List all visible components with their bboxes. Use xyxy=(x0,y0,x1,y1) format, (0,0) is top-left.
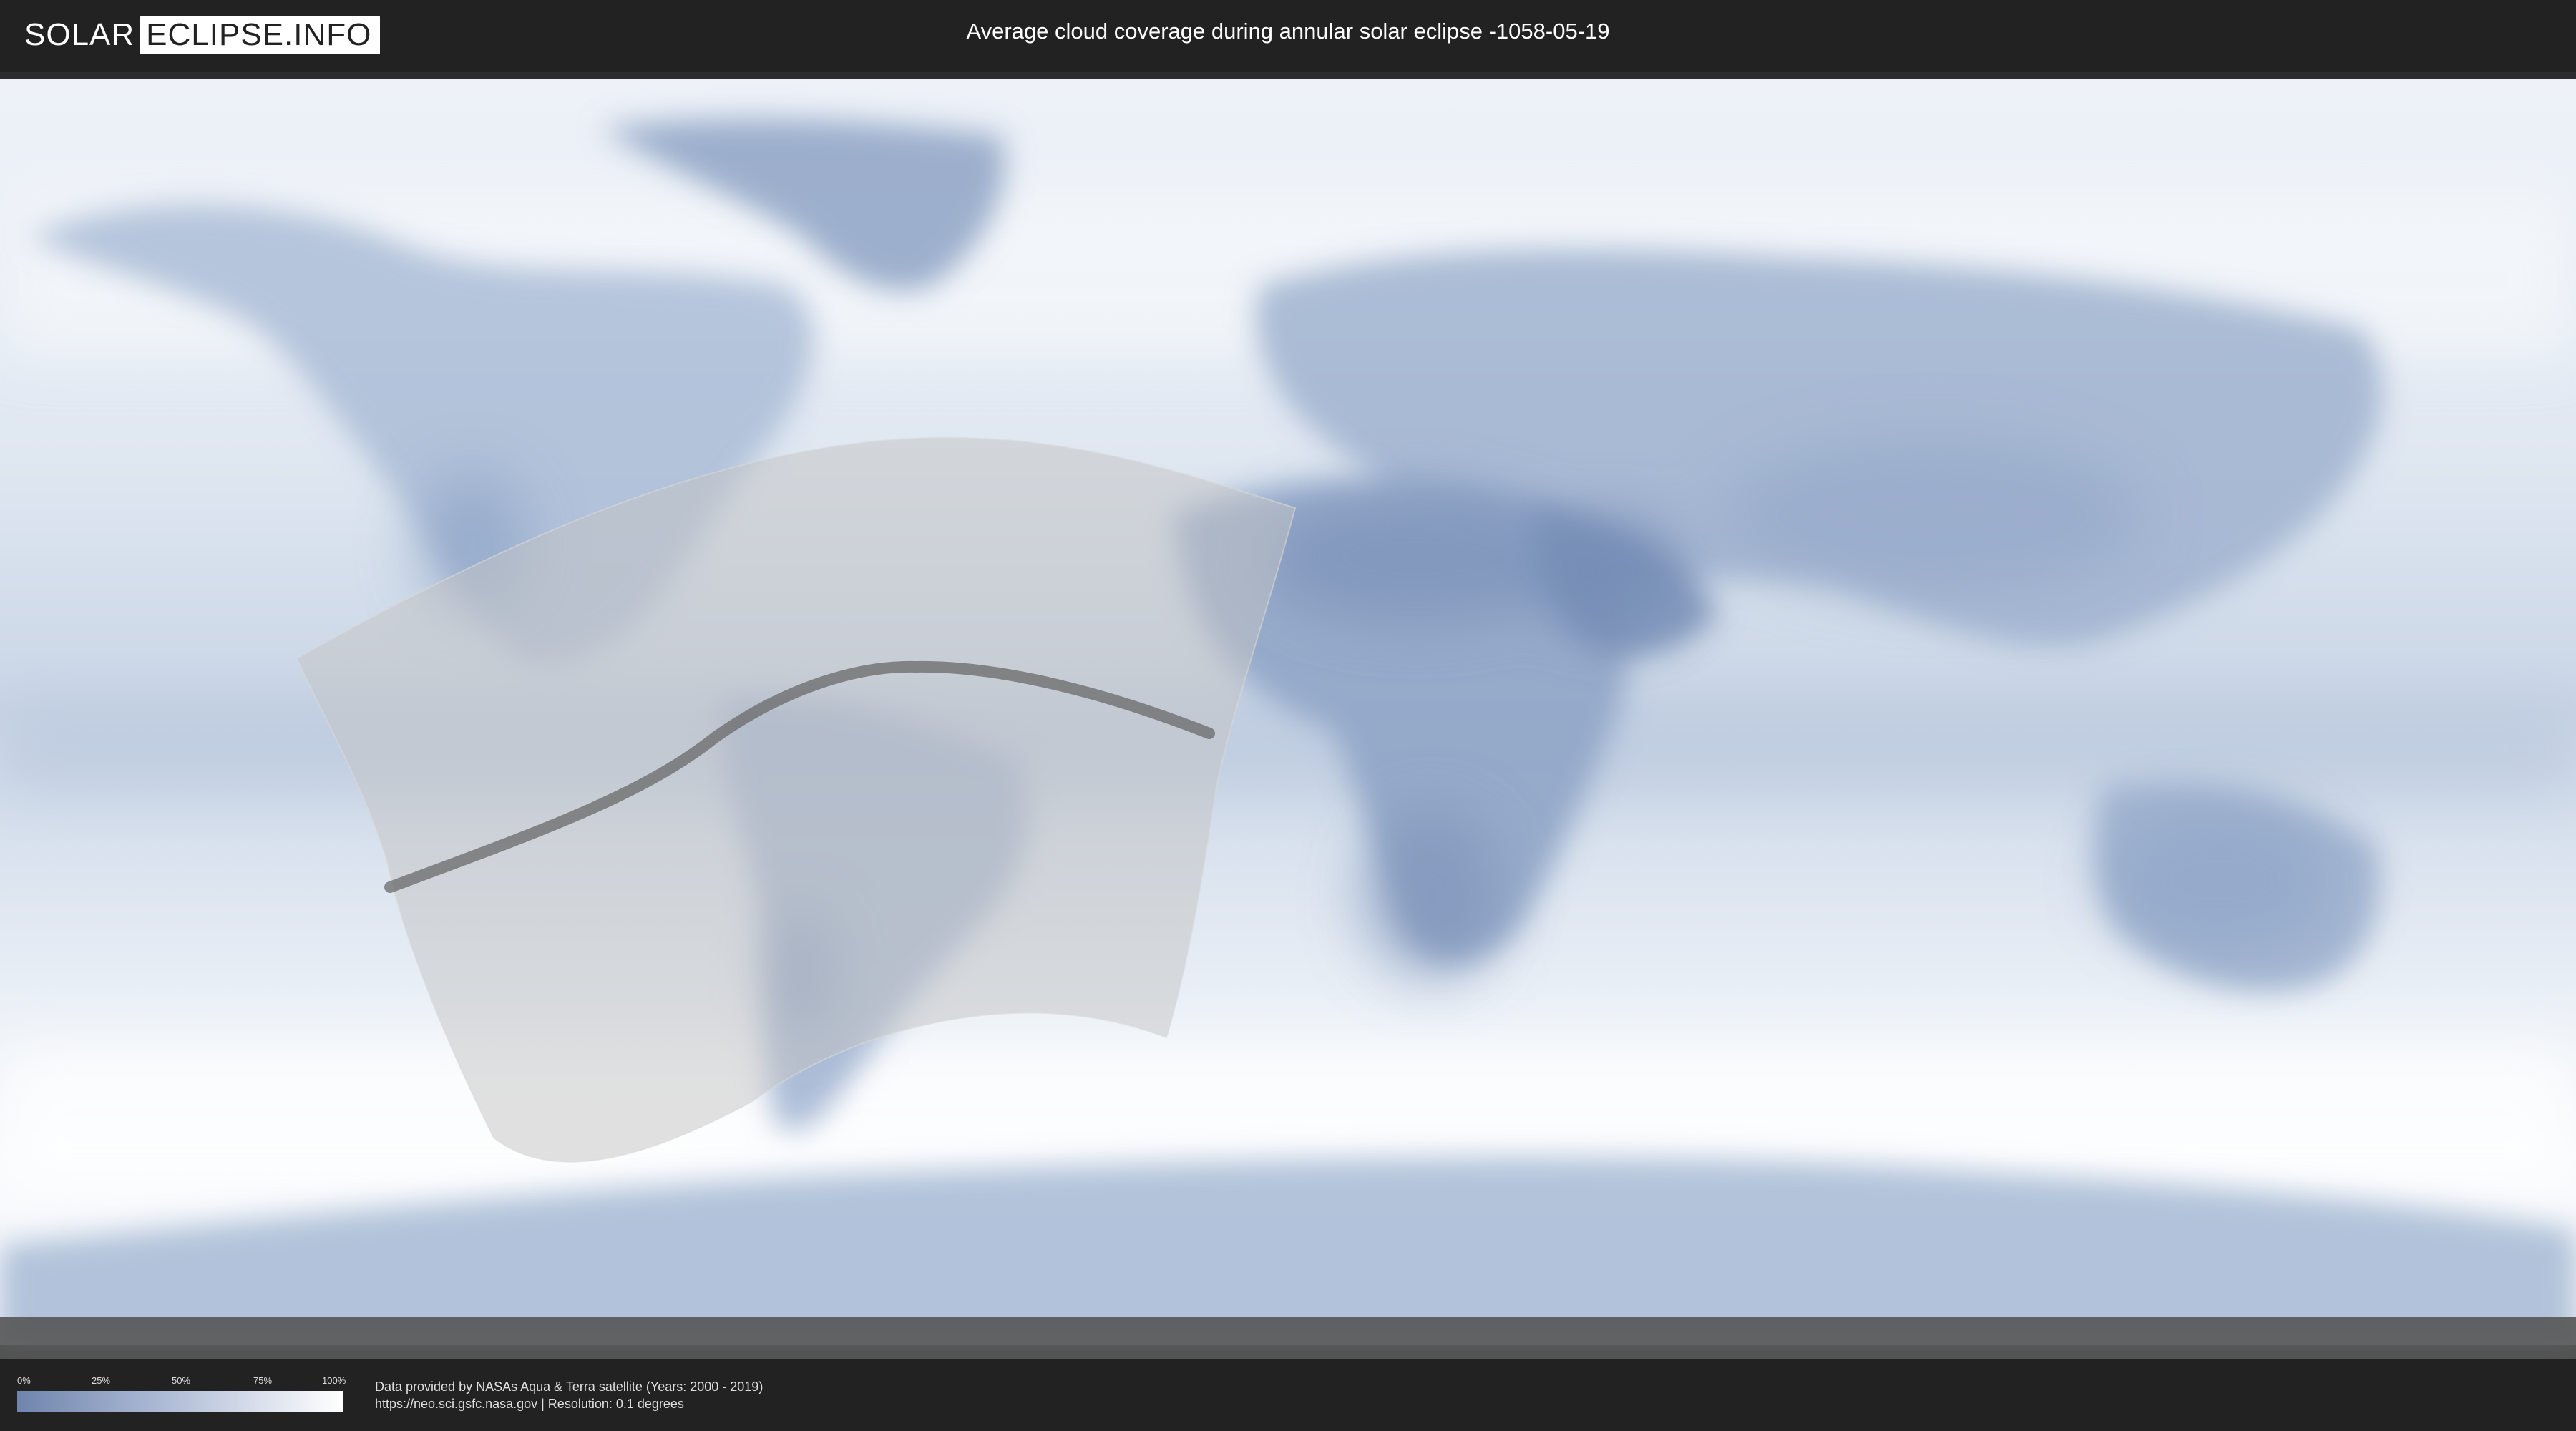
legend-tick-0: 0% xyxy=(17,1375,31,1386)
legend-tick-50: 50% xyxy=(172,1375,191,1386)
cloud-coverage-legend xyxy=(17,1391,343,1412)
data-source-url[interactable]: https://neo.sci.gsfc.nasa.gov | Resoluti… xyxy=(375,1397,684,1412)
data-source-credit: Data provided by NASAs Aqua & Terra sate… xyxy=(375,1379,763,1394)
legend-tick-25: 25% xyxy=(92,1375,111,1386)
legend-tick-100: 100% xyxy=(322,1375,346,1386)
map-canvas xyxy=(0,79,2576,1359)
cloud-coverage-map xyxy=(0,72,2576,1359)
map-bottom-edge xyxy=(0,1317,2576,1359)
header-bar: SOLAR ECLIPSE.INFO Average cloud coverag… xyxy=(0,0,2576,72)
footer-bar xyxy=(0,1359,2576,1431)
page-title: Average cloud coverage during annular so… xyxy=(966,19,1610,44)
legend-tick-75: 75% xyxy=(253,1375,273,1386)
legend-tick-labels: 0% 25% 50% 75% 100% xyxy=(17,1375,346,1387)
